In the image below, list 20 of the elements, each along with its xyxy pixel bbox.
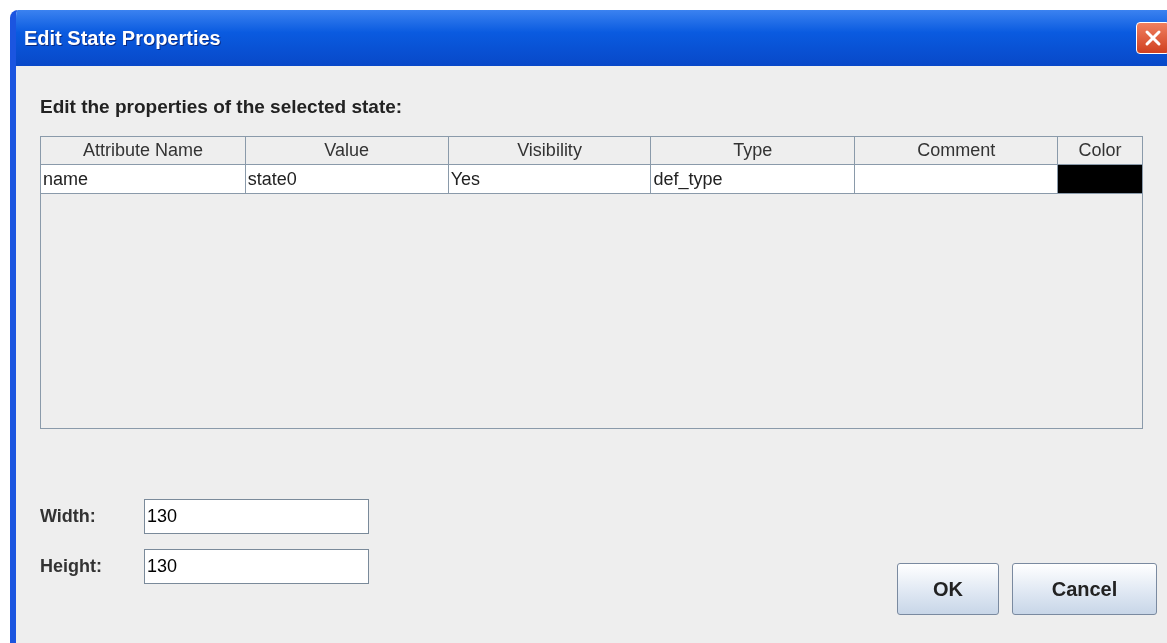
close-button[interactable] bbox=[1136, 22, 1167, 54]
field-label: Width: bbox=[40, 506, 97, 527]
column-header[interactable]: Visibility bbox=[448, 137, 652, 165]
table-cell[interactable]: Yes bbox=[448, 165, 652, 194]
column-header[interactable]: Value bbox=[245, 137, 449, 165]
window-title: Edit State Properties bbox=[24, 26, 221, 50]
close-icon bbox=[1144, 29, 1162, 47]
prompt-text: Edit the properties of the selected state: bbox=[40, 96, 404, 119]
column-header[interactable]: Attribute Name bbox=[41, 137, 246, 165]
color-swatch[interactable] bbox=[1058, 165, 1142, 194]
cancel-button[interactable]: Cancel bbox=[1012, 563, 1157, 615]
input-field[interactable]: 130 bbox=[144, 499, 369, 534]
input-field[interactable]: 130 bbox=[144, 549, 369, 584]
field-label: Height: bbox=[40, 556, 103, 577]
table-cell[interactable]: def_type bbox=[651, 165, 856, 194]
column-header[interactable]: Comment bbox=[855, 137, 1059, 165]
column-header[interactable]: Type bbox=[651, 137, 856, 165]
table-cell[interactable]: state0 bbox=[245, 165, 449, 194]
ok-button[interactable]: OK bbox=[897, 563, 999, 615]
table-cell[interactable]: name bbox=[41, 165, 246, 194]
